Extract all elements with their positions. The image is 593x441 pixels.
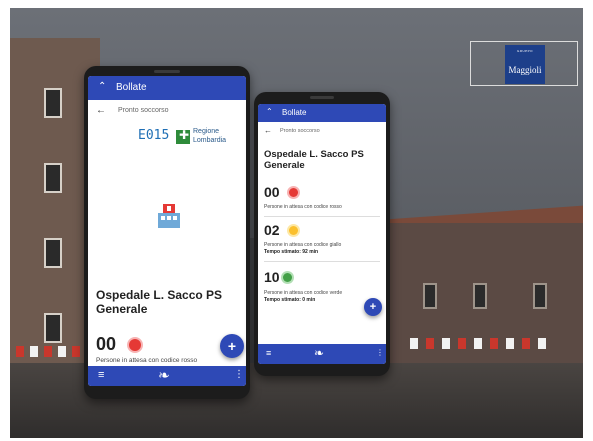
menu-icon[interactable]: ≡ bbox=[98, 369, 104, 381]
collapse-icon[interactable]: ⌃ bbox=[266, 107, 273, 116]
bottom-bar: ≡ ❧ ⋮ bbox=[258, 344, 386, 364]
phone-speaker bbox=[310, 96, 334, 99]
lombardia-label: Lombardia bbox=[193, 137, 227, 144]
menu-icon[interactable]: ≡ bbox=[266, 348, 271, 358]
hospital-icon bbox=[158, 204, 180, 228]
wait-green: Tempo stimato: 0 min bbox=[264, 297, 316, 303]
regione-lombardia-icon: ✚ bbox=[176, 128, 190, 144]
more-icon[interactable]: ⋮ bbox=[234, 369, 244, 380]
bird-icon[interactable]: ❧ bbox=[158, 367, 170, 384]
app-bar: ⌃ Bollate bbox=[88, 76, 246, 100]
back-arrow-icon[interactable]: ← bbox=[264, 126, 272, 135]
window bbox=[423, 283, 437, 309]
add-button[interactable]: + bbox=[364, 298, 382, 316]
app-title: Bollate bbox=[282, 108, 307, 117]
count-yellow: 02 bbox=[264, 222, 280, 238]
label-red: Persone in attesa con codice rosso bbox=[96, 357, 198, 364]
phone-small-screen: ⌃ Bollate ← Pronto soccorso Ospedale L. … bbox=[258, 104, 386, 364]
background-photo: GRUPPO Maggioli ⌃ Bollate ← Pronto socco… bbox=[10, 8, 583, 438]
count-red: 00 bbox=[264, 184, 280, 200]
logo-brand-name: Maggioli bbox=[508, 65, 542, 75]
window bbox=[473, 283, 487, 309]
maggioli-logo: GRUPPO Maggioli bbox=[505, 45, 545, 84]
status-dot-red bbox=[129, 339, 141, 351]
window bbox=[44, 88, 62, 118]
phone-large-screen: ⌃ Bollate ← Pronto soccorso E015 ✚ Regio… bbox=[88, 76, 246, 386]
label-green: Persone in attesa con codice verde bbox=[264, 290, 343, 296]
window bbox=[44, 163, 62, 193]
hospital-name: Ospedale L. Sacco PS Generale bbox=[96, 288, 223, 316]
regione-label: Regione bbox=[193, 128, 220, 135]
app-bar: ⌃ Bollate bbox=[258, 104, 386, 122]
phone-large: ⌃ Bollate ← Pronto soccorso E015 ✚ Regio… bbox=[84, 66, 250, 399]
count-green: 10 bbox=[264, 269, 280, 285]
bottom-bar: ≡ ❧ ⋮ bbox=[88, 366, 246, 386]
breadcrumb: Pronto soccorso bbox=[118, 107, 169, 114]
maggioli-logo-frame: GRUPPO Maggioli bbox=[470, 41, 578, 86]
divider bbox=[264, 216, 380, 217]
more-icon[interactable]: ⋮ bbox=[376, 348, 384, 357]
wait-yellow: Tempo stimato: 92 min bbox=[264, 249, 319, 255]
status-dot-green bbox=[283, 273, 292, 282]
window bbox=[533, 283, 547, 309]
hospital-name: Ospedale L. Sacco PS Generale bbox=[264, 149, 364, 171]
divider bbox=[264, 261, 380, 262]
status-dot-red bbox=[289, 188, 298, 197]
window bbox=[44, 238, 62, 268]
label-red: Persone in attesa con codice rosso bbox=[264, 204, 342, 210]
app-title: Bollate bbox=[116, 82, 147, 93]
logo-group-label: GRUPPO bbox=[516, 49, 533, 53]
count-red: 00 bbox=[96, 334, 117, 354]
label-yellow: Persone in attesa con codice giallo bbox=[264, 242, 342, 248]
add-button[interactable]: + bbox=[220, 334, 244, 358]
collapse-icon[interactable]: ⌃ bbox=[98, 81, 106, 92]
phone-small: ⌃ Bollate ← Pronto soccorso Ospedale L. … bbox=[254, 92, 390, 376]
back-arrow-icon[interactable]: ← bbox=[96, 105, 106, 116]
breadcrumb: Pronto soccorso bbox=[280, 128, 320, 134]
status-dot-yellow bbox=[289, 226, 298, 235]
bird-icon[interactable]: ❧ bbox=[314, 346, 324, 360]
phone-speaker bbox=[154, 70, 180, 73]
e015-logo: E015 bbox=[138, 128, 170, 143]
